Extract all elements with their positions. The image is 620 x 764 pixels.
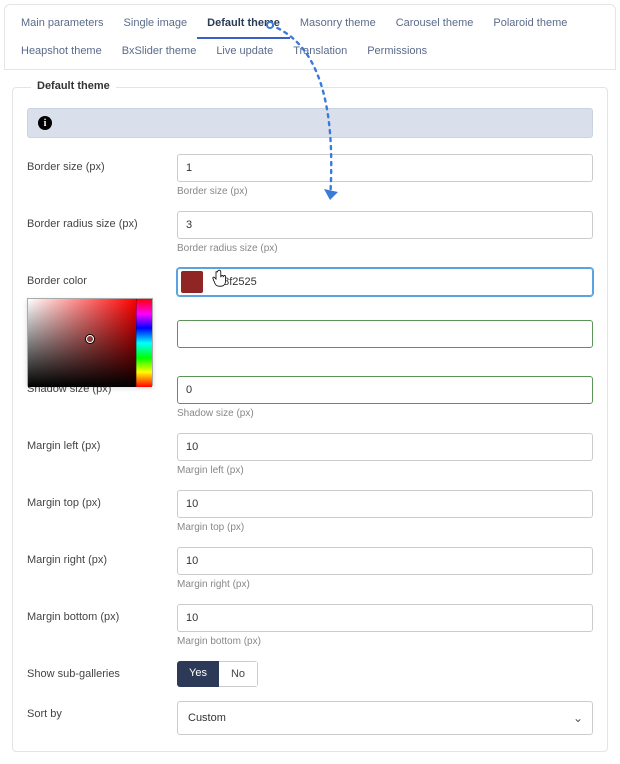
- shadow-size-input[interactable]: [177, 376, 593, 404]
- tab-masonry-theme[interactable]: Masonry theme: [290, 11, 386, 39]
- settings-tabs: Main parameters Single image Default the…: [4, 4, 616, 70]
- toggle-no[interactable]: No: [219, 661, 258, 687]
- border-size-label: Border size (px): [27, 154, 177, 173]
- margin-top-label: Margin top (px): [27, 490, 177, 509]
- border-size-input[interactable]: [177, 154, 593, 182]
- margin-right-hint: Margin right (px): [177, 579, 593, 590]
- tab-single-image[interactable]: Single image: [114, 11, 198, 39]
- tab-live-update[interactable]: Live update: [206, 39, 283, 67]
- border-radius-hint: Border radius size (px): [177, 243, 593, 254]
- toggle-yes[interactable]: Yes: [177, 661, 219, 687]
- theme-panel: Default theme i Border size (px) Border …: [4, 75, 616, 764]
- margin-bottom-label: Margin bottom (px): [27, 604, 177, 623]
- color-picker-thumb[interactable]: [86, 335, 94, 343]
- tab-carousel-theme[interactable]: Carousel theme: [386, 11, 484, 39]
- color-picker[interactable]: [27, 298, 153, 386]
- tab-translation[interactable]: Translation: [283, 39, 357, 67]
- color-picker-hue[interactable]: [136, 299, 152, 387]
- panel-legend: Default theme: [31, 80, 116, 92]
- tab-default-theme[interactable]: Default theme: [197, 11, 290, 39]
- color-picker-saturation[interactable]: [28, 299, 136, 387]
- tab-bxslider-theme[interactable]: BxSlider theme: [112, 39, 207, 67]
- info-icon: i: [38, 116, 52, 130]
- sort-by-label: Sort by: [27, 701, 177, 720]
- show-sub-toggle: Yes No: [177, 661, 258, 687]
- tab-main-parameters[interactable]: Main parameters: [11, 11, 114, 39]
- tab-polaroid-theme[interactable]: Polaroid theme: [483, 11, 577, 39]
- tab-heapshot-theme[interactable]: Heapshot theme: [11, 39, 112, 67]
- margin-bottom-hint: Margin bottom (px): [177, 636, 593, 647]
- border-color-input[interactable]: [209, 271, 592, 293]
- shadow-color-input[interactable]: [209, 323, 592, 345]
- margin-top-hint: Margin top (px): [177, 522, 593, 533]
- border-radius-label: Border radius size (px): [27, 211, 177, 230]
- border-color-label: Border color: [27, 268, 177, 287]
- border-size-hint: Border size (px): [177, 186, 593, 197]
- margin-bottom-input[interactable]: [177, 604, 593, 632]
- margin-left-input[interactable]: [177, 433, 593, 461]
- show-sub-label: Show sub-galleries: [27, 661, 177, 680]
- info-bar: i: [27, 108, 593, 138]
- tab-permissions[interactable]: Permissions: [357, 39, 437, 67]
- margin-right-input[interactable]: [177, 547, 593, 575]
- sort-by-select[interactable]: Custom: [177, 701, 593, 735]
- margin-right-label: Margin right (px): [27, 547, 177, 566]
- shadow-size-hint: Shadow size (px): [177, 408, 593, 419]
- border-color-swatch[interactable]: [181, 271, 203, 293]
- margin-left-label: Margin left (px): [27, 433, 177, 452]
- border-radius-input[interactable]: [177, 211, 593, 239]
- margin-top-input[interactable]: [177, 490, 593, 518]
- margin-left-hint: Margin left (px): [177, 465, 593, 476]
